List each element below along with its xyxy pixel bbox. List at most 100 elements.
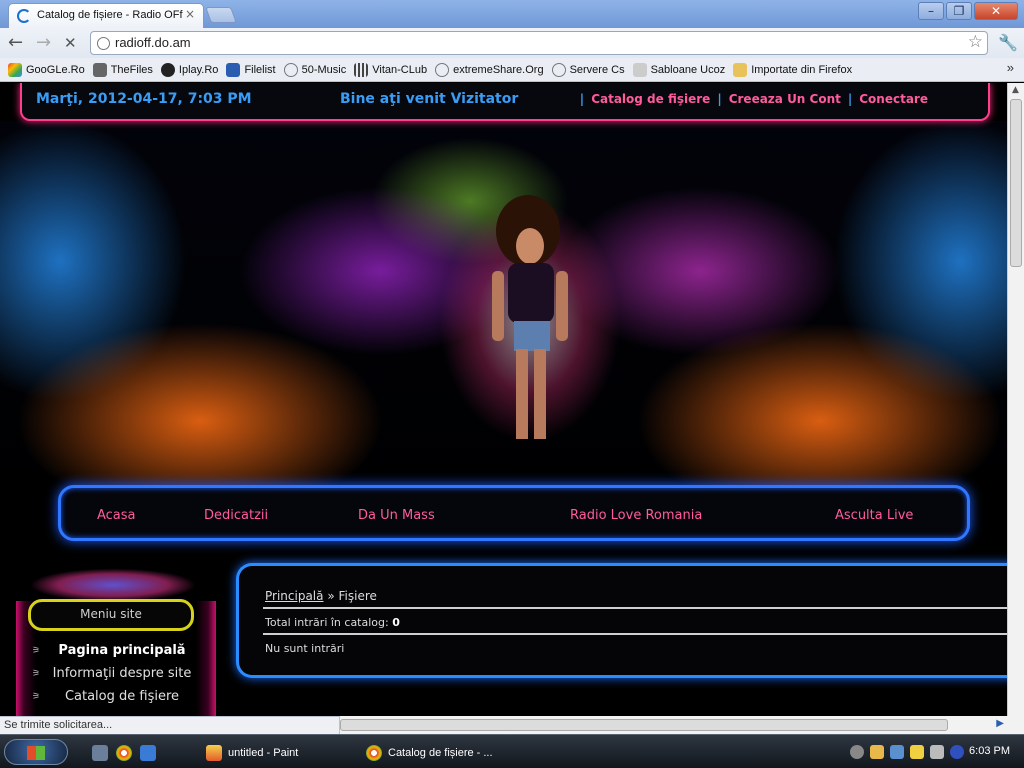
- taskbar-item-browser[interactable]: Catalog de fișiere - ...: [366, 741, 493, 765]
- tab-close-icon[interactable]: ×: [185, 7, 195, 21]
- tray-icon[interactable]: [870, 745, 884, 759]
- forward-arrow-icon[interactable]: →: [36, 33, 51, 53]
- bookmark-filelist[interactable]: Filelist: [226, 62, 276, 77]
- chrome-icon: [366, 745, 382, 761]
- paint-icon: [206, 745, 222, 761]
- bookmark-label: Servere Cs: [569, 63, 625, 76]
- globe-icon: [283, 62, 298, 77]
- bookmark-extremeshare[interactable]: extremeShare.Org: [435, 62, 544, 77]
- total-entries-value: 0: [392, 616, 400, 629]
- bookmark-label: TheFiles: [110, 63, 153, 76]
- sidebar-title: Meniu site: [28, 599, 194, 631]
- new-tab-button[interactable]: [205, 7, 237, 23]
- horizontal-scrollbar[interactable]: ▶: [340, 716, 1024, 734]
- desktop-icon[interactable]: [140, 745, 156, 761]
- browser-tab[interactable]: Catalog de fișiere - Radio OFf ×: [8, 3, 204, 28]
- horizontal-scroll-thumb[interactable]: [340, 719, 948, 731]
- bookmark-label: Importate din Firefox: [751, 63, 853, 76]
- warning-icon[interactable]: [910, 745, 924, 759]
- bookmark-vitan-club[interactable]: Vitan-CLub: [354, 62, 428, 77]
- bookmark-google[interactable]: GooGLe.Ro: [8, 62, 85, 77]
- minimize-button[interactable]: –: [918, 2, 944, 20]
- header-banner: [0, 121, 1007, 521]
- vitan-icon: [354, 62, 369, 77]
- ucoz-icon: [632, 62, 647, 77]
- sidebar: Meniu site ⚞ Pagina principală ⚞ Informa…: [6, 561, 220, 716]
- sidebar-item-label: Pagina principală: [58, 643, 186, 658]
- dancer-figure: [492, 195, 568, 439]
- breadcrumb-home-link[interactable]: Principală: [265, 589, 324, 603]
- maximize-button[interactable]: ❐: [946, 2, 972, 20]
- link-login[interactable]: Conectare: [859, 92, 928, 106]
- tray-icon[interactable]: [950, 745, 964, 759]
- taskbar-item-paint[interactable]: untitled - Paint: [206, 741, 298, 765]
- volume-icon[interactable]: [930, 745, 944, 759]
- bookmark-iplay[interactable]: Iplay.Ro: [160, 62, 219, 77]
- link-separator: |: [847, 92, 853, 106]
- link-file-catalog[interactable]: Catalog de fişiere: [591, 92, 710, 106]
- top-links: | Catalog de fişiere | Creeaza Un Cont |…: [580, 92, 928, 106]
- bookmark-50-music[interactable]: 50-Music: [283, 62, 347, 77]
- taskbar-item-label: untitled - Paint: [228, 747, 299, 759]
- bookmark-label: Filelist: [244, 63, 276, 76]
- network-icon[interactable]: [890, 745, 904, 759]
- bookmark-thefiles[interactable]: TheFiles: [92, 62, 153, 77]
- nav-dedicatzii[interactable]: Dedicatzii: [204, 508, 268, 523]
- tray-icon[interactable]: [850, 745, 864, 759]
- bookmarks-overflow-icon[interactable]: »: [1007, 60, 1014, 75]
- welcome-message: Bine aţi venit Vizitator: [340, 91, 519, 107]
- content-panel: Principală » Fişiere Total intrări în ca…: [236, 563, 1007, 678]
- taskbar: untitled - Paint Catalog de fișiere - ..…: [0, 734, 1024, 768]
- total-entries-label: Total intrări în catalog:: [265, 616, 389, 629]
- empty-catalog-message: Nu sunt intrări: [265, 642, 345, 655]
- back-arrow-icon[interactable]: ←: [8, 33, 23, 53]
- close-window-button[interactable]: ✕: [974, 2, 1018, 20]
- nav-radio-love-romania[interactable]: Radio Love Romania: [570, 508, 702, 523]
- stop-loading-icon[interactable]: ✕: [64, 33, 77, 53]
- url-text: radioff.do.am: [115, 35, 191, 50]
- bookmark-star-icon[interactable]: ☆: [968, 32, 983, 52]
- loading-spinner-icon: [17, 9, 31, 23]
- bookmark-label: Iplay.Ro: [178, 63, 219, 76]
- page-viewport: Marţi, 2012-04-17, 7:03 PM Bine aţi veni…: [0, 83, 1007, 716]
- nav-da-un-mass[interactable]: Da Un Mass: [358, 508, 435, 523]
- scroll-up-icon[interactable]: ▲: [1012, 85, 1019, 95]
- wrench-menu-icon[interactable]: 🔧: [998, 33, 1018, 52]
- globe-icon: [97, 37, 110, 50]
- breadcrumb: Principală » Fişiere: [265, 589, 377, 603]
- link-separator: |: [579, 92, 585, 106]
- bookmark-folder-firefox[interactable]: Importate din Firefox: [733, 62, 853, 77]
- sidebar-decoration: [6, 561, 220, 601]
- bookmark-sabloane-ucoz[interactable]: Sabloane Ucoz: [632, 62, 725, 77]
- windows-logo-icon: [27, 746, 45, 760]
- google-icon: [8, 62, 22, 77]
- folder-icon: [733, 62, 748, 77]
- browser-toolbar: ← → ✕ radioff.do.am ☆ 🔧: [0, 28, 1024, 58]
- window-controls: – ❐ ✕: [918, 2, 1018, 20]
- current-date: Marţi, 2012-04-17, 7:03 PM: [36, 91, 252, 107]
- sidebar-item-site-info[interactable]: ⚞ Informaţii despre site: [32, 666, 212, 684]
- start-button[interactable]: [4, 739, 68, 765]
- sidebar-item-home[interactable]: ⚞ Pagina principală: [32, 643, 212, 661]
- tab-title: Catalog de fișiere - Radio OFf: [37, 9, 183, 21]
- sidebar-item-file-catalog[interactable]: ⚞ Catalog de fişiere: [32, 689, 212, 707]
- address-bar[interactable]: radioff.do.am ☆: [90, 31, 988, 55]
- nav-acasa[interactable]: Acasa: [97, 508, 136, 523]
- vertical-scrollbar[interactable]: ▲: [1007, 83, 1024, 716]
- vertical-scroll-thumb[interactable]: [1010, 99, 1022, 267]
- link-create-account[interactable]: Creeaza Un Cont: [729, 92, 841, 106]
- bookmark-label: extremeShare.Org: [453, 63, 544, 76]
- bookmark-servere-cs[interactable]: Servere Cs: [551, 62, 625, 77]
- quicklaunch-icon[interactable]: [92, 745, 108, 761]
- bookmark-label: Vitan-CLub: [372, 63, 428, 76]
- chrome-icon[interactable]: [116, 745, 132, 761]
- status-bar: Se trimite solicitarea...: [0, 716, 340, 734]
- globe-icon: [551, 62, 566, 77]
- system-tray: [850, 745, 964, 759]
- bookmark-label: 50-Music: [301, 63, 347, 76]
- scroll-right-icon[interactable]: ▶: [996, 718, 1004, 729]
- nav-asculta-live[interactable]: Asculta Live: [835, 508, 913, 523]
- taskbar-item-label: Catalog de fișiere - ...: [388, 747, 493, 759]
- thefiles-icon: [92, 62, 107, 77]
- sidebar-item-label: Catalog de fişiere: [64, 689, 180, 704]
